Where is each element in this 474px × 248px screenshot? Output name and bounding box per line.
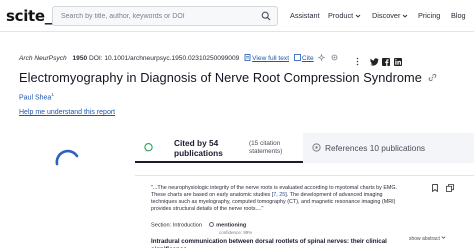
article-title-text: Electromyography in Diagnosis of Nerve R… bbox=[19, 70, 422, 85]
chevron-down-icon bbox=[355, 14, 361, 18]
references-icon bbox=[312, 143, 321, 152]
loading-spinner-icon bbox=[55, 149, 79, 166]
search-box[interactable] bbox=[52, 6, 278, 26]
cite-link[interactable]: Cite bbox=[302, 55, 314, 62]
citation-tabs: Cited by 54 publications (15 citation st… bbox=[135, 133, 474, 163]
mentioning-label: mentioning bbox=[216, 222, 247, 229]
article-title: Electromyography in Diagnosis of Nerve R… bbox=[19, 70, 437, 85]
view-full-text-link[interactable]: View full text bbox=[252, 55, 289, 62]
references-label: References 10 publications bbox=[325, 143, 426, 153]
gear-icon[interactable] bbox=[331, 54, 338, 61]
nav-assistant[interactable]: Assistant bbox=[290, 11, 320, 20]
nav-product-label: Product bbox=[328, 11, 354, 20]
journal-name: Arch NeurPsych bbox=[19, 55, 67, 62]
search-icon[interactable] bbox=[261, 11, 271, 21]
bookmark-icon[interactable] bbox=[432, 184, 438, 192]
document-icon bbox=[244, 54, 251, 61]
scite-logo[interactable]: scite_ bbox=[6, 7, 52, 25]
show-abstract-label: show abstract bbox=[409, 236, 440, 242]
facebook-icon[interactable] bbox=[382, 53, 390, 71]
nav-pricing[interactable]: Pricing bbox=[418, 11, 440, 20]
section-label: Section: bbox=[151, 222, 172, 229]
mentioning-dot-icon bbox=[208, 222, 214, 227]
author-name: Paul Shea bbox=[19, 94, 52, 102]
citing-paper-title[interactable]: Intradural communication between dorsal … bbox=[151, 238, 406, 248]
nav-product[interactable]: Product bbox=[328, 11, 361, 20]
tab-references[interactable]: References 10 publications bbox=[303, 133, 474, 163]
more-vertical-icon[interactable] bbox=[356, 53, 359, 71]
chevron-down-icon bbox=[441, 236, 446, 239]
section-value: Introduction bbox=[172, 222, 203, 229]
nav-discover-label: Discover bbox=[372, 11, 401, 20]
nav-discover[interactable]: Discover bbox=[372, 11, 408, 20]
twitter-icon[interactable] bbox=[370, 53, 379, 71]
copy-icon[interactable] bbox=[446, 184, 454, 192]
confidence-score: confidence: 99% bbox=[219, 230, 253, 235]
nav-blog[interactable]: Blog bbox=[451, 11, 466, 20]
author-affiliation-number: 1 bbox=[51, 92, 54, 97]
link-icon[interactable] bbox=[428, 73, 437, 82]
linkedin-icon[interactable] bbox=[394, 53, 402, 71]
help-understand-report-link[interactable]: Help me understand this report bbox=[19, 109, 115, 116]
citation-statements-count: (15 citation statements) bbox=[249, 140, 283, 155]
tab-cited-by[interactable]: Cited by 54 publications (15 citation st… bbox=[135, 133, 303, 163]
citation-statement-card: "...The neurophysiologic integrity of th… bbox=[135, 175, 474, 248]
cited-by-label: Cited by 54 publications bbox=[174, 138, 223, 158]
article-meta-row: Arch NeurPsych 1950 DOI: 10.1001/archneu… bbox=[19, 54, 339, 62]
chevron-down-icon bbox=[403, 14, 408, 18]
author-link[interactable]: Paul Shea1 bbox=[19, 92, 54, 101]
sparkle-icon[interactable] bbox=[318, 54, 326, 61]
quote-icon bbox=[294, 54, 301, 61]
citation-section-info: Section: Introduction mentioning bbox=[151, 222, 246, 229]
show-abstract-toggle[interactable]: show abstract bbox=[409, 235, 446, 242]
publication-year: 1950 bbox=[72, 55, 88, 62]
citation-quote: "...The neurophysiologic integrity of th… bbox=[151, 185, 401, 213]
doi-text: DOI: 10.1001/archneurpsyc.1950.023102500… bbox=[89, 55, 240, 62]
search-input[interactable] bbox=[53, 7, 258, 25]
top-navigation-bar: scite_ Assistant Product Discover Pricin… bbox=[0, 0, 474, 32]
speech-bubble-icon bbox=[144, 143, 153, 152]
